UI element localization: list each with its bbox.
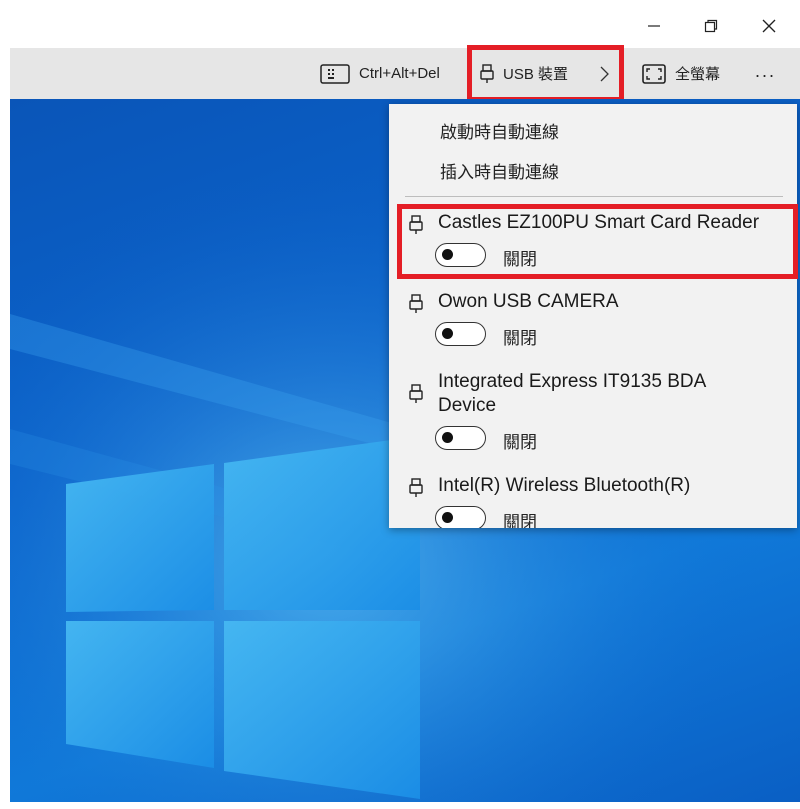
close-button[interactable] — [746, 8, 792, 44]
usb-device-name: Owon USB CAMERA — [438, 291, 619, 312]
usb-device-toggle[interactable] — [435, 322, 486, 346]
menu-item-auto-connect-on-insert[interactable]: 插入時自動連線 — [440, 158, 559, 183]
more-options-button[interactable]: ... — [755, 46, 776, 97]
minimize-button[interactable] — [631, 8, 677, 44]
restore-button[interactable] — [688, 8, 734, 44]
window-title-bar — [0, 0, 800, 48]
fullscreen-button[interactable]: 全螢幕 — [642, 48, 720, 99]
menu-divider — [405, 196, 783, 197]
usb-device-state: 關閉 — [503, 513, 537, 528]
usb-devices-menu: 啟動時自動連線 插入時自動連線 Castles EZ100PU Smart Ca… — [389, 104, 797, 528]
usb-button-highlight — [467, 45, 624, 102]
more-icon: ... — [755, 61, 777, 81]
fullscreen-icon — [642, 63, 666, 84]
remote-toolbar: Ctrl+Alt+Del USB 裝置 全螢幕 ... — [10, 48, 800, 99]
usb-icon — [409, 384, 423, 409]
menu-item-auto-connect-on-start[interactable]: 啟動時自動連線 — [440, 118, 559, 143]
ctrl-alt-del-label: Ctrl+Alt+Del — [359, 65, 440, 82]
device-highlight — [397, 204, 798, 279]
usb-icon — [409, 294, 423, 319]
usb-icon — [409, 478, 423, 503]
ctrl-alt-del-button[interactable]: Ctrl+Alt+Del — [320, 48, 440, 99]
fullscreen-label: 全螢幕 — [675, 66, 721, 83]
usb-device-name: Intel(R) Wireless Bluetooth(R) — [438, 475, 691, 496]
usb-device-name: Integrated Express IT9135 BDA Device — [438, 371, 706, 416]
toggle-knob — [442, 512, 453, 523]
usb-device-state: 關閉 — [503, 329, 537, 348]
minimize-icon — [648, 25, 660, 27]
toggle-knob — [442, 432, 453, 443]
usb-device-state: 關閉 — [503, 433, 537, 452]
close-icon — [762, 19, 776, 33]
keyboard-icon — [320, 63, 350, 84]
restore-icon — [704, 19, 718, 33]
usb-device-toggle[interactable] — [435, 426, 486, 450]
toggle-knob — [442, 328, 453, 339]
usb-device-toggle[interactable] — [435, 506, 486, 528]
